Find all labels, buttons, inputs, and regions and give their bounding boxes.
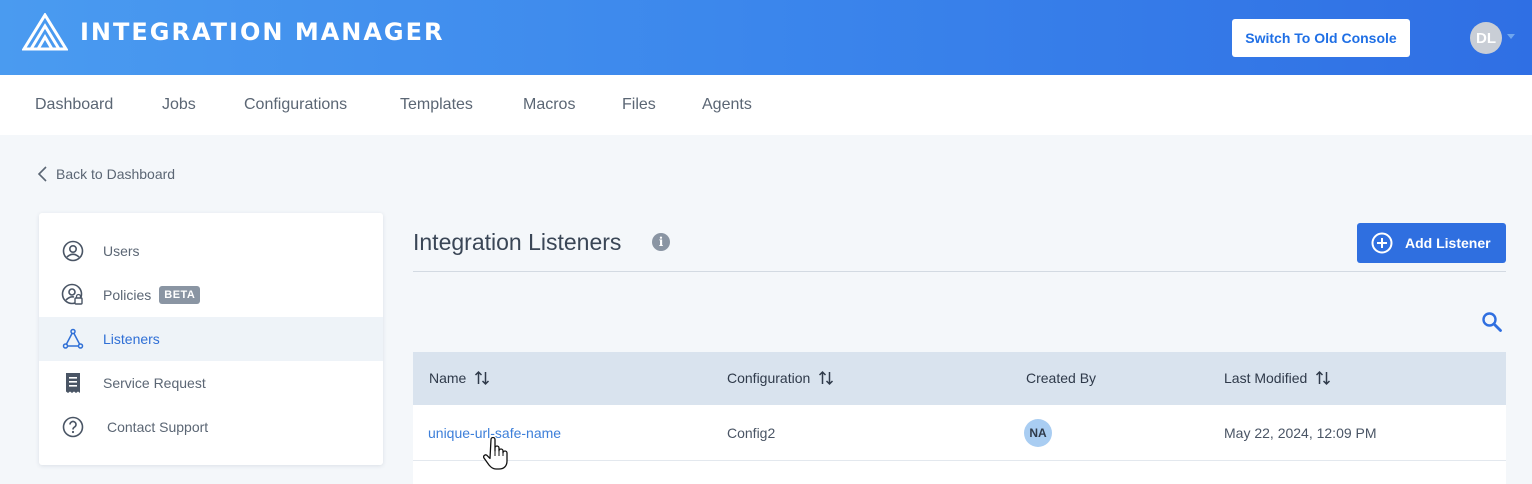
nav-item-macros[interactable]: Macros [523, 96, 575, 114]
listener-icon [61, 327, 85, 351]
sort-icon[interactable] [474, 370, 490, 386]
sidebar-item-service-request[interactable]: Service Request [39, 361, 383, 405]
nav-item-agents[interactable]: Agents [702, 96, 752, 114]
add-listener-button[interactable]: Add Listener [1357, 223, 1506, 263]
nav-item-configurations[interactable]: Configurations [244, 96, 347, 114]
nav-item-jobs[interactable]: Jobs [162, 96, 196, 114]
receipt-icon [61, 371, 85, 395]
column-header-label: Name [429, 370, 467, 386]
sidebar-menu: Users Policies BETA Listeners Service Re… [39, 213, 383, 465]
sidebar-item-label: Users [103, 243, 140, 259]
sidebar-item-users[interactable]: Users [39, 229, 383, 273]
user-lock-icon [61, 283, 85, 307]
sidebar-item-label: Policies [103, 287, 152, 303]
column-header-created-by: Created By [1026, 370, 1096, 386]
column-header-configuration[interactable]: Configuration [727, 370, 834, 386]
user-circle-icon [61, 239, 85, 263]
beta-badge: BETA [159, 286, 201, 304]
nav-item-files[interactable]: Files [622, 96, 656, 114]
question-circle-icon [61, 415, 85, 439]
table-row: unique-url-safe-name Config2 NA May 22, … [413, 405, 1506, 461]
search-icon[interactable] [1481, 311, 1503, 333]
nav-item-dashboard[interactable]: Dashboard [35, 96, 113, 114]
column-header-label: Configuration [727, 370, 811, 386]
add-listener-label: Add Listener [1405, 235, 1491, 251]
listener-configuration: Config2 [727, 425, 776, 441]
listeners-table: Name Configuration Created By Last Modif… [413, 352, 1506, 484]
created-by-avatar: NA [1024, 419, 1052, 447]
table-header: Name Configuration Created By Last Modif… [413, 352, 1506, 405]
sidebar-item-listeners[interactable]: Listeners [39, 317, 383, 361]
sidebar-item-label: Service Request [103, 375, 206, 391]
sort-icon[interactable] [818, 370, 834, 386]
hand-cursor-icon [483, 437, 508, 470]
app-logo-icon [22, 13, 68, 51]
back-to-dashboard-link[interactable]: Back to Dashboard [37, 164, 175, 184]
plus-circle-icon [1371, 232, 1393, 254]
column-header-last-modified[interactable]: Last Modified [1224, 370, 1331, 386]
app-brand-title: INTEGRATION MANAGER [80, 18, 445, 46]
sidebar-item-label: Listeners [103, 331, 160, 347]
user-avatar[interactable]: DL [1470, 22, 1502, 54]
chevron-down-icon[interactable] [1507, 34, 1515, 39]
sort-icon[interactable] [1315, 370, 1331, 386]
chevron-left-icon [37, 166, 47, 182]
main-nav: Dashboard Jobs Configurations Templates … [0, 75, 1532, 135]
column-header-label: Last Modified [1224, 370, 1308, 386]
sidebar-item-contact-support[interactable]: Contact Support [39, 405, 383, 449]
page-title: Integration Listeners [413, 229, 622, 255]
table-row-empty [413, 461, 1506, 484]
column-header-label: Created By [1026, 370, 1097, 386]
back-link-label: Back to Dashboard [56, 166, 176, 182]
top-header: INTEGRATION MANAGER Switch To Old Consol… [0, 0, 1532, 75]
info-icon[interactable]: i [652, 233, 670, 251]
sidebar-item-policies[interactable]: Policies BETA [39, 273, 383, 317]
sidebar-item-label: Contact Support [107, 419, 209, 435]
nav-item-templates[interactable]: Templates [400, 96, 473, 114]
title-divider [413, 271, 1506, 272]
switch-to-old-console-button[interactable]: Switch To Old Console [1232, 19, 1410, 57]
column-header-name[interactable]: Name [429, 370, 490, 386]
listener-last-modified: May 22, 2024, 12:09 PM [1224, 425, 1377, 441]
